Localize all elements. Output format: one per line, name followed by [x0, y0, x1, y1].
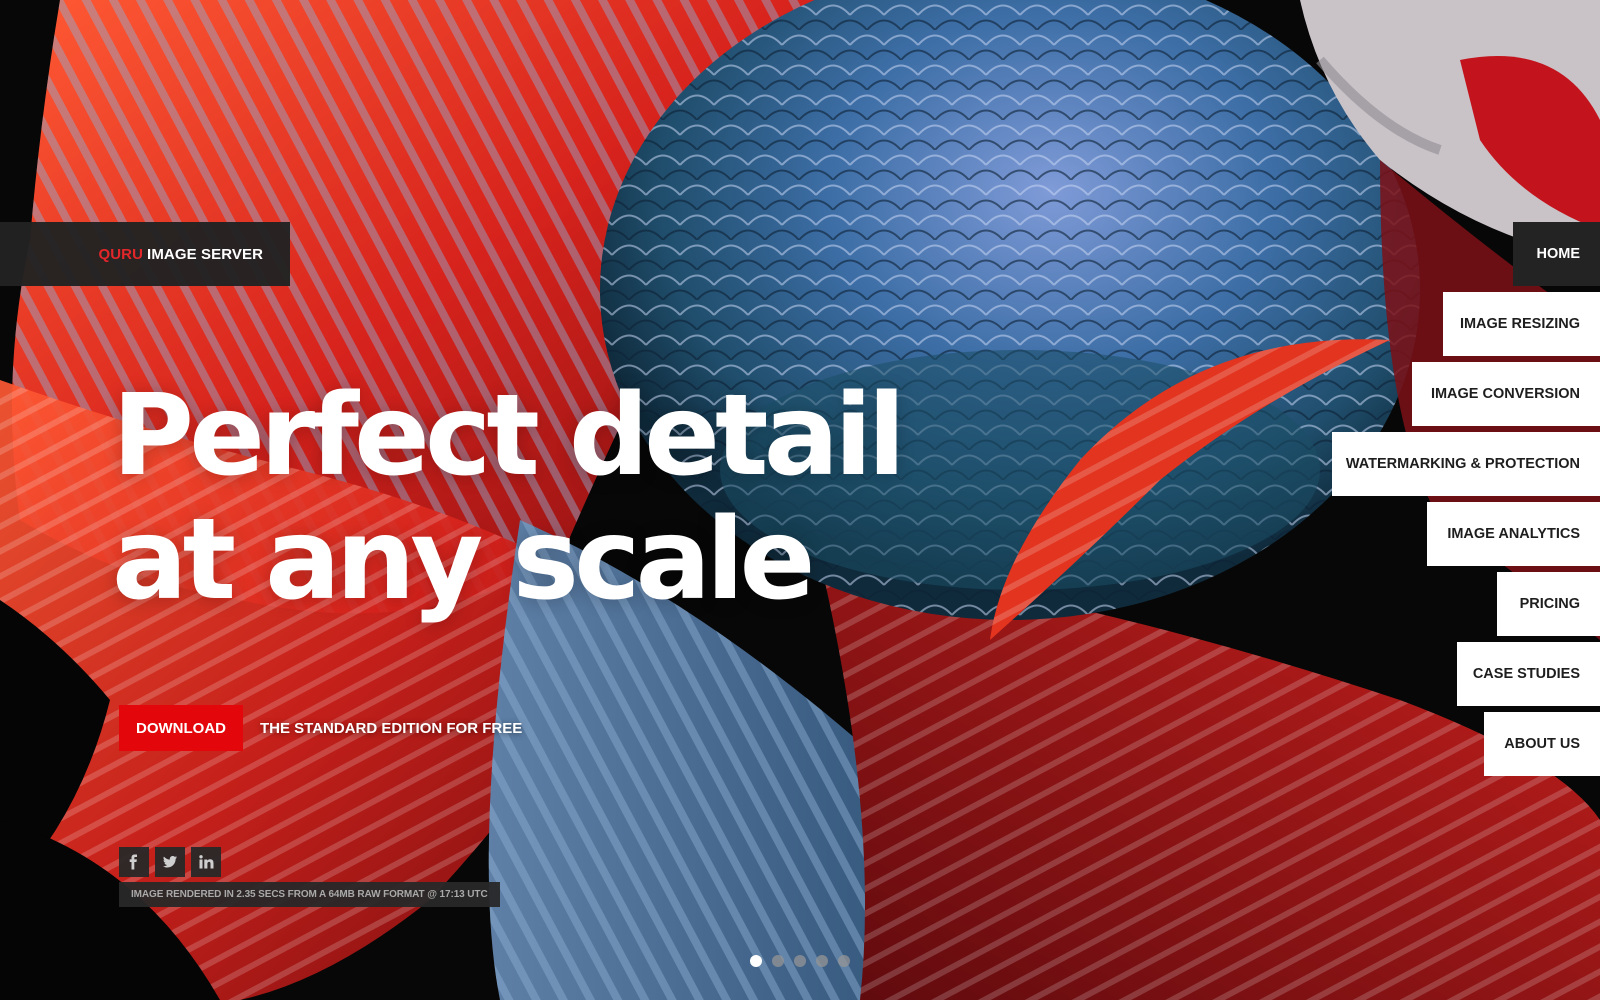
slider-dot-3[interactable]: [794, 955, 806, 967]
cta-note: THE STANDARD EDITION FOR FREE: [260, 719, 523, 737]
nav-item-image-resizing[interactable]: IMAGE RESIZING: [1443, 292, 1600, 356]
linkedin-glyph: [199, 855, 214, 869]
nav-item-pricing[interactable]: PRICING: [1497, 572, 1600, 636]
hero-headline-line-2: at any scale: [112, 495, 815, 625]
facebook-glyph: [129, 854, 137, 870]
brand-name-text: IMAGE SERVER: [147, 245, 263, 263]
twitter-glyph: [163, 856, 177, 868]
render-info-note: IMAGE RENDERED IN 2.35 SECS FROM A 64MB …: [119, 882, 500, 907]
nav-item-image-analytics[interactable]: IMAGE ANALYTICS: [1427, 502, 1600, 566]
slider-dot-4[interactable]: [816, 955, 828, 967]
brand-logo[interactable]: QURU IMAGE SERVER: [0, 222, 290, 286]
facebook-icon[interactable]: [119, 847, 149, 877]
nav-item-image-conversion[interactable]: IMAGE CONVERSION: [1412, 362, 1600, 426]
nav-item-about-us[interactable]: ABOUT US: [1484, 712, 1600, 776]
social-links: [119, 847, 221, 877]
brand-accent-text: QURU: [98, 245, 144, 263]
slider-pagination: [750, 955, 850, 967]
nav-item-watermarking-protection[interactable]: WATERMARKING & PROTECTION: [1332, 432, 1600, 496]
brand-wordmark: QURU IMAGE SERVER: [98, 246, 263, 263]
twitter-icon[interactable]: [155, 847, 185, 877]
slider-dot-5[interactable]: [838, 955, 850, 967]
slider-dot-2[interactable]: [772, 955, 784, 967]
nav-item-case-studies[interactable]: CASE STUDIES: [1457, 642, 1600, 706]
download-button[interactable]: DOWNLOAD: [119, 705, 243, 751]
linkedin-icon[interactable]: [191, 847, 221, 877]
landing-page: QURU IMAGE SERVER HOME IMAGE RESIZING IMA…: [0, 0, 1600, 1000]
slider-dot-1[interactable]: [750, 955, 762, 967]
hero-headline-line-1: Perfect detail: [112, 371, 906, 501]
nav-item-home[interactable]: HOME: [1513, 222, 1600, 286]
hero-headline: Perfect detail at any scale: [112, 371, 906, 625]
